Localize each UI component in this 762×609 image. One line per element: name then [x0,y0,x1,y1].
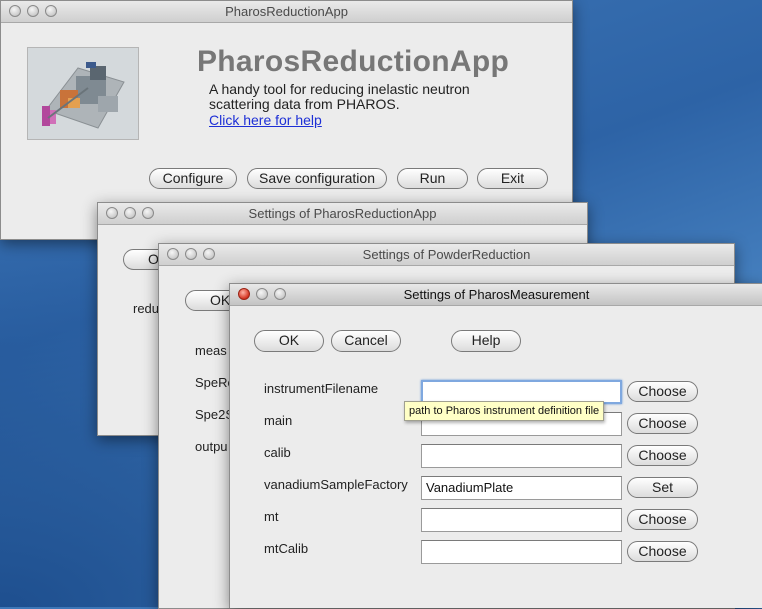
mt-field[interactable] [421,508,622,532]
settings-app-titlebar: Settings of PharosReductionApp [98,203,587,225]
window-controls [238,288,286,300]
window-title: PharosReductionApp [225,4,348,19]
configure-button[interactable]: Configure [149,168,237,189]
close-window-button[interactable] [167,248,179,260]
field-label-partial: redu [133,301,160,316]
ok-button[interactable]: OK [254,330,324,352]
window-controls [167,248,215,260]
field-label-partial: outpu [195,439,228,454]
instrument-illustration-icon [28,48,138,139]
close-window-button[interactable] [106,207,118,219]
run-button[interactable]: Run [397,168,468,189]
cancel-button[interactable]: Cancel [331,330,401,352]
minimize-window-button[interactable] [185,248,197,260]
vanadium-sample-factory-field[interactable]: VanadiumPlate [421,476,622,500]
mt-choose-button[interactable]: Choose [627,509,698,530]
window-controls [9,5,57,17]
zoom-window-button[interactable] [274,288,286,300]
calib-field[interactable] [421,444,622,468]
zoom-window-button[interactable] [142,207,154,219]
close-window-button[interactable] [9,5,21,17]
calib-choose-button[interactable]: Choose [627,445,698,466]
calib-label: calib [264,445,291,460]
field-label-partial: meas [195,343,227,358]
instrument-filename-tooltip: path to Pharos instrument definition fil… [404,401,605,421]
settings-measurement-titlebar: Settings of PharosMeasurement [230,284,762,306]
vanadium-sample-factory-label: vanadiumSampleFactory [264,477,408,492]
minimize-window-button[interactable] [27,5,39,17]
app-name-heading: PharosReductionApp [197,45,510,78]
main-label: main [264,413,293,428]
app-description-line2: scattering data from PHAROS. [209,96,400,112]
zoom-window-button[interactable] [203,248,215,260]
settings-measurement-window: Settings of PharosMeasurement OK Cancel … [229,283,762,608]
window-title: Settings of PharosMeasurement [403,287,590,302]
instrument-logo-image [27,47,139,140]
ok-button-label: OK [210,292,231,308]
help-link[interactable]: Click here for help [209,112,322,128]
main-titlebar: PharosReductionApp [1,1,572,23]
minimize-window-button[interactable] [256,288,268,300]
instrument-filename-label: instrumentFilename [264,381,379,396]
mt-calib-label: mtCalib [264,541,309,556]
vanadium-sample-factory-set-button[interactable]: Set [627,477,698,498]
window-title: Settings of PowderReduction [362,247,531,262]
mt-calib-choose-button[interactable]: Choose [627,541,698,562]
close-window-button[interactable] [238,288,250,300]
minimize-window-button[interactable] [124,207,136,219]
settings-powder-titlebar: Settings of PowderReduction [159,244,734,266]
save-configuration-button[interactable]: Save configuration [247,168,387,189]
mt-label: mt [264,509,279,524]
app-description-line1: A handy tool for reducing inelastic neut… [209,81,470,97]
window-title: Settings of PharosReductionApp [248,206,437,221]
window-controls [106,207,154,219]
main-choose-button[interactable]: Choose [627,413,698,434]
help-button[interactable]: Help [451,330,521,352]
instrument-filename-choose-button[interactable]: Choose [627,381,698,402]
zoom-window-button[interactable] [45,5,57,17]
mt-calib-field[interactable] [421,540,622,564]
exit-button[interactable]: Exit [477,168,548,189]
